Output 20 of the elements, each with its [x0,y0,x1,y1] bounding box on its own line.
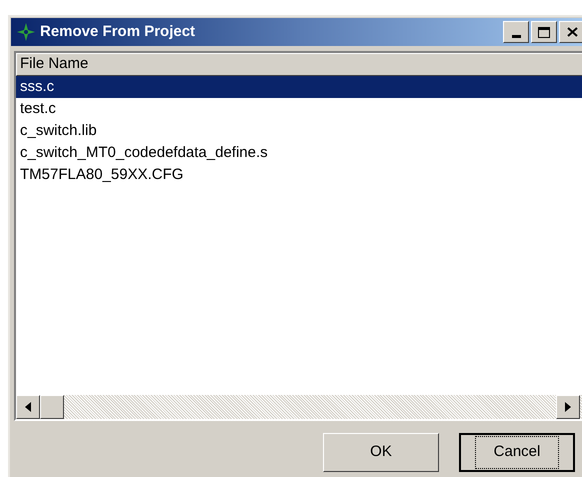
file-row[interactable]: test.c [16,98,582,120]
close-button[interactable] [559,21,582,43]
scroll-thumb[interactable] [40,395,64,419]
horizontal-scrollbar[interactable] [16,395,582,419]
left-arrow-icon [25,402,31,412]
minimize-button[interactable] [503,21,529,43]
column-header[interactable]: File Name [16,53,582,76]
dialog-button[interactable]: Cancel [459,433,575,472]
maximize-button[interactable] [531,21,557,43]
scroll-left-button[interactable] [16,395,40,419]
app-icon [16,22,36,42]
file-row[interactable]: c_switch_MT0_codedefdata_define.s [16,142,582,164]
scroll-right-button[interactable] [556,395,580,419]
window-title: Remove From Project [40,22,196,42]
close-icon [566,27,578,37]
right-arrow-icon [565,402,571,412]
file-row[interactable]: sss.c [16,76,582,98]
dialog-button[interactable]: OK [323,433,439,472]
file-row[interactable]: c_switch.lib [16,120,582,142]
file-row[interactable]: TM57FLA80_59XX.CFG [16,164,582,186]
